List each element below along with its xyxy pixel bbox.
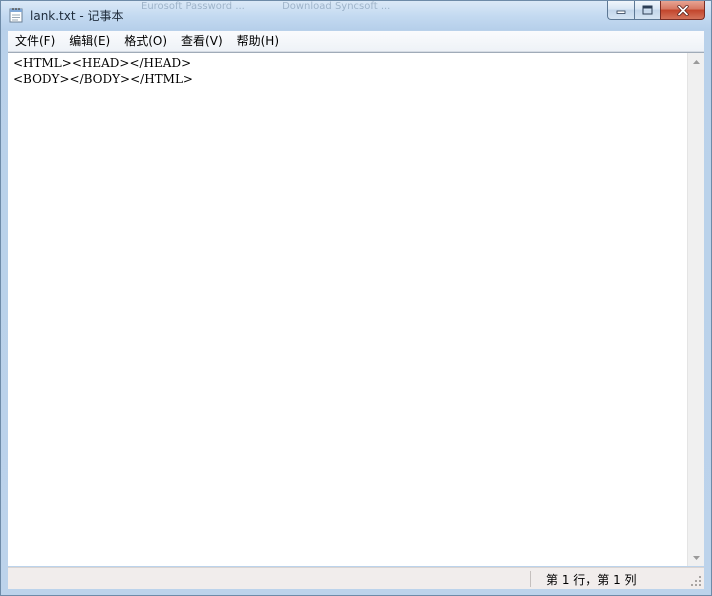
maximize-button[interactable] bbox=[634, 1, 660, 20]
menu-view[interactable]: 查看(V) bbox=[174, 32, 230, 50]
menu-format[interactable]: 格式(O) bbox=[117, 32, 174, 50]
chevron-down-icon bbox=[692, 555, 700, 560]
resize-grip-icon[interactable] bbox=[691, 576, 702, 587]
close-button[interactable] bbox=[660, 1, 705, 20]
menu-file[interactable]: 文件(F) bbox=[8, 32, 62, 50]
maximize-icon bbox=[642, 5, 653, 15]
editor-pane: <HTML><HEAD></HEAD> <BODY></BODY></HTML> bbox=[8, 52, 704, 566]
menu-edit[interactable]: 编辑(E) bbox=[62, 32, 117, 50]
notepad-window: Eurosoft Password ... Download Syncsoft … bbox=[0, 0, 712, 596]
status-divider bbox=[530, 571, 531, 587]
title-bar[interactable]: Eurosoft Password ... Download Syncsoft … bbox=[1, 1, 711, 30]
vertical-scrollbar[interactable] bbox=[687, 53, 704, 566]
scroll-down-button[interactable] bbox=[688, 549, 704, 566]
cursor-position: 第 1 行，第 1 列 bbox=[546, 573, 637, 587]
chevron-up-icon bbox=[692, 59, 700, 64]
close-icon bbox=[676, 4, 689, 16]
ghost-tab-2: Download Syncsoft ... bbox=[282, 1, 391, 12]
scroll-up-button[interactable] bbox=[688, 53, 704, 70]
ghost-tab-1: Eurosoft Password ... bbox=[141, 1, 245, 12]
background-tabs: Eurosoft Password ... Download Syncsoft … bbox=[141, 1, 601, 17]
minimize-button[interactable] bbox=[607, 1, 634, 20]
caption-buttons bbox=[607, 1, 705, 21]
minimize-icon bbox=[616, 10, 626, 14]
editor-line-2: <BODY></BODY></HTML> bbox=[13, 72, 193, 86]
editor-line-1: <HTML><HEAD></HEAD> bbox=[13, 56, 192, 70]
notepad-icon[interactable] bbox=[9, 7, 23, 23]
status-bar: 第 1 行，第 1 列 bbox=[8, 567, 704, 589]
menu-help[interactable]: 帮助(H) bbox=[230, 32, 286, 50]
window-title: lank.txt - 记事本 bbox=[30, 9, 124, 23]
menu-bar: 文件(F) 编辑(E) 格式(O) 查看(V) 帮助(H) bbox=[8, 31, 704, 52]
text-editor[interactable]: <HTML><HEAD></HEAD> <BODY></BODY></HTML> bbox=[8, 53, 687, 566]
